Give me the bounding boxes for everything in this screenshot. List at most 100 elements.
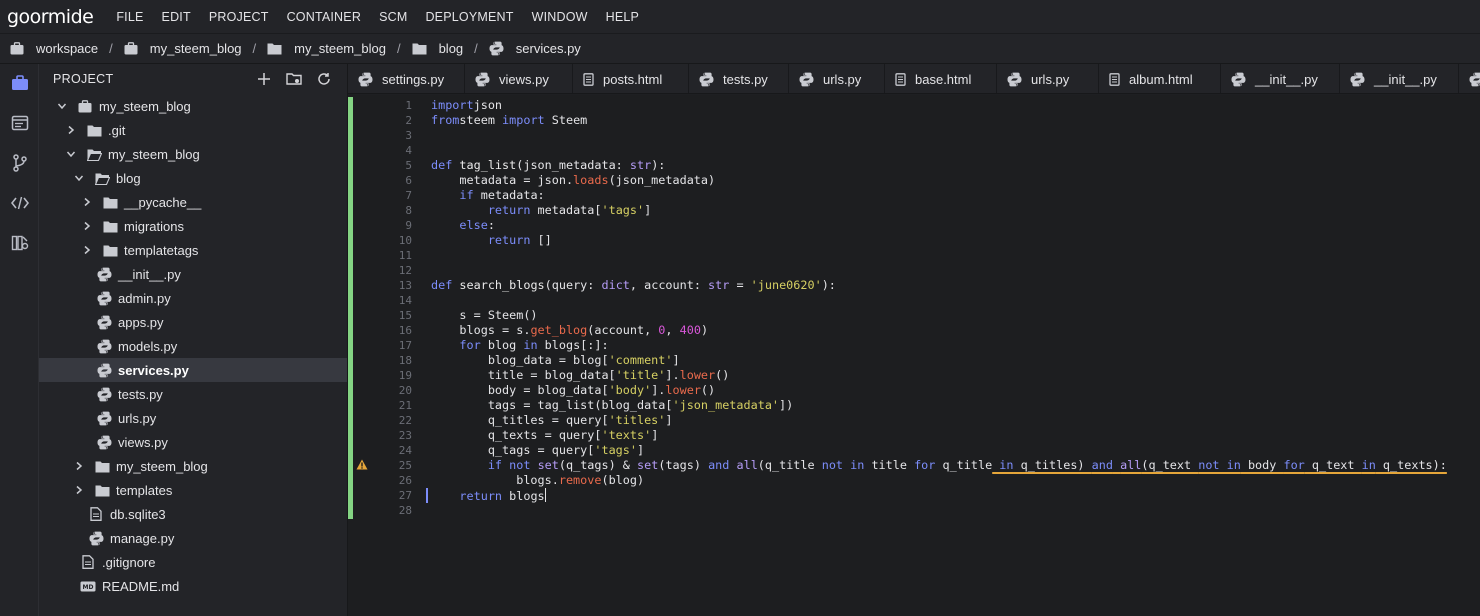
tree-item[interactable]: .gitignore xyxy=(39,550,347,574)
tree-item[interactable]: MD README.md xyxy=(39,574,347,598)
refresh-button[interactable] xyxy=(315,70,333,88)
briefcase-icon xyxy=(77,98,93,114)
tree-item[interactable]: my_steem_blog xyxy=(39,454,347,478)
code-line: 15 s = Steem() xyxy=(348,308,1480,323)
tab-label: __init__.py xyxy=(1374,71,1437,87)
chevron-down-icon[interactable] xyxy=(72,171,86,185)
briefcase-icon xyxy=(11,74,29,94)
new-file-button[interactable] xyxy=(255,70,273,88)
chevron-down-icon[interactable] xyxy=(64,147,78,161)
chevron-right-icon[interactable] xyxy=(80,243,94,257)
editor-tabs: settings.py views.py posts.html tests.py url… xyxy=(348,64,1480,94)
git-button[interactable] xyxy=(0,144,39,184)
python-icon xyxy=(96,434,112,450)
code-text: importjson xyxy=(431,98,503,112)
tree-item[interactable]: db.sqlite3 xyxy=(39,502,347,526)
editor-tab[interactable]: album.html xyxy=(1099,64,1221,93)
code-line: 21 tags = tag_list(blog_data['json_metad… xyxy=(348,398,1480,413)
tree-item-label: tests.py xyxy=(118,386,163,402)
tree-item[interactable]: services.py xyxy=(39,358,347,382)
tree-item[interactable]: my_steem_blog xyxy=(39,142,347,166)
tree-item[interactable]: admin.py xyxy=(39,286,347,310)
breadcrumb-label: my_steem_blog xyxy=(294,41,386,56)
tree-item[interactable]: apps.py xyxy=(39,310,347,334)
breadcrumb-separator: / xyxy=(474,41,478,56)
tree-item-label: my_steem_blog xyxy=(108,146,200,162)
tree-item[interactable]: urls.py xyxy=(39,406,347,430)
line-number: 27 xyxy=(398,489,412,502)
code-button[interactable] xyxy=(0,184,39,224)
tree-item[interactable]: my_steem_blog xyxy=(39,94,347,118)
menu-file[interactable]: FILE xyxy=(116,10,143,24)
tree-item[interactable]: migrations xyxy=(39,214,347,238)
menu-window[interactable]: WINDOW xyxy=(532,10,588,24)
folder-icon xyxy=(102,242,118,258)
tree-item-label: .git xyxy=(108,122,126,138)
menu-scm[interactable]: SCM xyxy=(379,10,407,24)
activity-bar xyxy=(0,64,39,616)
tree-item[interactable]: templates xyxy=(39,478,347,502)
editor-tab[interactable]: posts.html xyxy=(573,64,689,93)
menu-help[interactable]: HELP xyxy=(606,10,639,24)
extensions-button[interactable] xyxy=(0,224,39,264)
line-number: 14 xyxy=(398,294,412,307)
breadcrumb-separator: / xyxy=(396,41,401,56)
editor-tab[interactable]: __init__.py xyxy=(1221,64,1340,93)
tab-label: urls.py xyxy=(823,71,862,87)
menu-project[interactable]: PROJECT xyxy=(209,10,269,24)
tree-item[interactable]: templatetags xyxy=(39,238,347,262)
code-text: blog_data = blog['comment'] xyxy=(431,353,680,367)
menu-container[interactable]: CONTAINER xyxy=(287,10,362,24)
tree-item[interactable]: __init__.py xyxy=(39,262,347,286)
file-tree: my_steem_blog .git my_steem_blog blog __pyca… xyxy=(39,94,347,598)
folder-icon xyxy=(94,482,110,498)
project-explorer-button[interactable] xyxy=(0,64,39,104)
chevron-right-icon[interactable] xyxy=(80,195,94,209)
warning-icon[interactable] xyxy=(356,459,368,474)
editor-tab[interactable]: settings.py xyxy=(348,64,465,93)
chevron-right-icon[interactable] xyxy=(80,219,94,233)
code-line: 16 blogs = s.get_blog(account, 0, 400) xyxy=(348,323,1480,338)
tree-item-label: README.md xyxy=(102,578,180,594)
breadcrumb-item[interactable]: services.py xyxy=(489,41,581,56)
tree-item[interactable]: __pycache__ xyxy=(39,190,347,214)
code-line: 25 if not set(q_tags) & set(tags) and al… xyxy=(348,458,1480,473)
breadcrumb-item[interactable]: my_steem_blog xyxy=(267,41,386,56)
breadcrumb-item[interactable]: my_steem_blog xyxy=(124,41,242,56)
menu-deployment[interactable]: DEPLOYMENT xyxy=(425,10,513,24)
code-line: 14 xyxy=(348,293,1480,308)
tree-item[interactable]: .git xyxy=(39,118,347,142)
editor-tab[interactable]: tests.py xyxy=(689,64,789,93)
breadcrumb-item[interactable]: workspace xyxy=(10,41,98,56)
line-number: 7 xyxy=(405,189,412,202)
menu-edit[interactable]: EDIT xyxy=(162,10,191,24)
tree-item[interactable]: tests.py xyxy=(39,382,347,406)
code-line: 7 if metadata: xyxy=(348,188,1480,203)
chevron-right-icon[interactable] xyxy=(64,123,78,137)
code-editor[interactable]: 1 importjson 2 fromsteem import Steem 3 4 5 def… xyxy=(348,95,1480,616)
code-line: 23 q_texts = query['texts'] xyxy=(348,428,1480,443)
editor-tab[interactable]: base.html xyxy=(885,64,997,93)
chevron-down-icon[interactable] xyxy=(55,99,69,113)
outline-button[interactable] xyxy=(0,104,39,144)
tree-item[interactable]: models.py xyxy=(39,334,347,358)
breadcrumb-item[interactable]: blog xyxy=(412,41,463,56)
editor-tab[interactable] xyxy=(1459,64,1480,93)
line-number: 15 xyxy=(398,309,412,322)
tree-item[interactable]: views.py xyxy=(39,430,347,454)
new-folder-button[interactable] xyxy=(285,70,303,88)
chevron-right-icon[interactable] xyxy=(72,459,86,473)
chevron-right-icon[interactable] xyxy=(72,483,86,497)
line-number: 25 xyxy=(398,459,412,472)
puzzle-icon xyxy=(11,235,29,254)
editor-tab[interactable]: urls.py xyxy=(789,64,885,93)
editor-tab[interactable]: __init__.py xyxy=(1340,64,1459,93)
editor-tab[interactable]: urls.py xyxy=(997,64,1099,93)
code-text: q_tags = query['tags'] xyxy=(431,443,645,457)
tree-item[interactable]: blog xyxy=(39,166,347,190)
project-explorer: PROJECT my_steem_blog .git my_steem_blog bl… xyxy=(39,64,348,616)
code-line: 6 metadata = json.loads(json_metadata) xyxy=(348,173,1480,188)
editor-tab[interactable]: views.py xyxy=(465,64,573,93)
tree-item-label: my_steem_blog xyxy=(99,98,191,114)
tree-item[interactable]: manage.py xyxy=(39,526,347,550)
